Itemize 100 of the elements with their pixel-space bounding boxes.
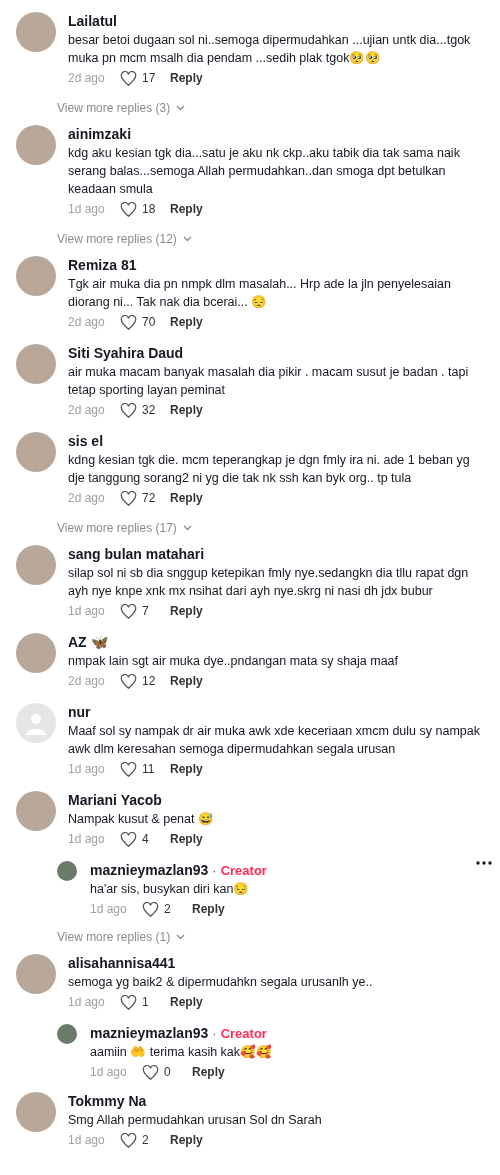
like-count: 2	[164, 901, 171, 917]
username[interactable]: nur	[68, 703, 91, 721]
avatar-photo[interactable]	[57, 861, 77, 881]
creator-label: Creator	[220, 862, 267, 878]
reply-button[interactable]: Reply	[170, 1132, 203, 1148]
like-count: 0	[164, 1064, 171, 1080]
heart-icon[interactable]	[120, 70, 137, 86]
reply-button[interactable]: Reply	[170, 673, 203, 689]
heart-icon[interactable]	[120, 673, 137, 689]
avatar-photo[interactable]	[16, 256, 56, 296]
comment-text: aamiin 🤲 terima kasih kak🥰🥰	[90, 1043, 274, 1061]
heart-icon[interactable]	[120, 1132, 137, 1148]
username[interactable]: maznieymazlan93	[90, 861, 209, 879]
comment-text: silap sol ni sb dia snggup ketepikan fmly nye.sedangkn dia tllu rapat dgn ayh nye knpe xnk mx nsihat dari ayh nye.skrg ni nasi dh jdx bubur	[68, 565, 470, 600]
like-count: 70	[142, 314, 156, 330]
like-count: 7	[142, 603, 149, 619]
heart-icon[interactable]	[120, 994, 137, 1010]
avatar-photo[interactable]	[16, 125, 56, 165]
like-count: 17	[142, 70, 156, 86]
like-count: 12	[142, 673, 156, 689]
heart-icon[interactable]	[120, 490, 137, 506]
view-more-replies-link[interactable]: View more replies (17)	[0, 520, 198, 536]
heart-icon[interactable]	[120, 831, 137, 847]
comment-text: ha'ar sis, busykan diri kan😔	[90, 881, 251, 898]
avatar-photo[interactable]	[16, 1092, 56, 1132]
username[interactable]: ainimzaki	[68, 125, 132, 143]
heart-icon[interactable]	[142, 901, 159, 917]
heart-icon[interactable]	[120, 761, 137, 777]
username[interactable]: alisahannisa441	[68, 954, 176, 972]
comment-text: Tgk air muka dia pn nmpk dlm masalah... Hrp ade la jln penyelesaian diorang ni... Tak nak dia bcerai... 😔	[68, 276, 452, 311]
timestamp: 1d ago	[68, 1132, 106, 1148]
chevron-down-icon[interactable]	[176, 934, 186, 940]
timestamp: 2d ago	[68, 314, 106, 330]
timestamp: 1d ago	[68, 603, 106, 619]
like-count: 1	[142, 994, 149, 1010]
reply-button[interactable]: Reply	[170, 994, 203, 1010]
reply-button[interactable]: Reply	[170, 314, 203, 330]
chevron-down-icon[interactable]	[176, 105, 186, 111]
avatar-photo[interactable]	[16, 633, 56, 673]
avatar-photo[interactable]	[16, 954, 56, 994]
heart-icon[interactable]	[120, 603, 137, 619]
view-more-replies-link[interactable]: View more replies (12)	[0, 231, 198, 247]
reply-button[interactable]: Reply	[170, 70, 203, 86]
timestamp: 1d ago	[68, 994, 106, 1010]
comment-text: kdg aku kesian tgk dia...satu je aku nk ckp..aku tabik dia tak sama naik serang balas...semoga Allah permudahkan..dan smoga dpt betulkan keadaan smula	[68, 145, 461, 198]
reply-button[interactable]: Reply	[170, 761, 203, 777]
username[interactable]: Tokmmy Na	[68, 1092, 147, 1110]
reply-button[interactable]: Reply	[192, 1064, 225, 1080]
username[interactable]: Siti Syahira Daud	[68, 344, 184, 362]
like-count: 18	[142, 201, 156, 217]
username[interactable]: AZ 🦋	[68, 633, 108, 651]
timestamp: 1d ago	[68, 201, 106, 217]
avatar-photo[interactable]	[16, 12, 56, 52]
heart-icon[interactable]	[120, 402, 137, 418]
comment-text: Nampak kusut & penat 😅	[68, 811, 215, 828]
like-count: 32	[142, 402, 156, 418]
like-count: 11	[142, 761, 155, 777]
username[interactable]: maznieymazlan93	[90, 1024, 209, 1042]
view-more-replies-link[interactable]: View more replies (3)	[0, 100, 192, 116]
like-count: 2	[142, 1132, 149, 1148]
reply-button[interactable]: Reply	[170, 603, 203, 619]
avatar-photo[interactable]	[16, 344, 56, 384]
username[interactable]: Lailatul	[68, 12, 117, 30]
timestamp: 1d ago	[68, 831, 106, 847]
username[interactable]: sis el	[68, 432, 104, 450]
avatar-photo[interactable]	[16, 432, 56, 472]
timestamp: 2d ago	[68, 673, 106, 689]
timestamp: 1d ago	[90, 1064, 128, 1080]
heart-icon[interactable]	[120, 314, 137, 330]
username[interactable]: Mariani Yacob	[68, 791, 162, 809]
avatar-photo[interactable]	[57, 1024, 77, 1044]
reply-button[interactable]: Reply	[170, 831, 203, 847]
comment-text: air muka macam banyak masalah dia pikir . macam susut je badan . tapi tetap sporting layan peminat	[68, 364, 470, 399]
heart-icon[interactable]	[142, 1064, 159, 1080]
creator-label: Creator	[220, 1025, 267, 1041]
reply-button[interactable]: Reply	[192, 901, 225, 917]
view-more-replies-link[interactable]: View more replies (1)	[0, 929, 192, 945]
reply-button[interactable]: Reply	[170, 402, 203, 418]
like-count: 72	[142, 490, 156, 506]
like-count: 4	[142, 831, 149, 847]
timestamp: 2d ago	[68, 70, 106, 86]
heart-icon[interactable]	[120, 201, 137, 217]
avatar-photo[interactable]	[16, 545, 56, 585]
reply-button[interactable]: Reply	[170, 201, 203, 217]
comment-text: semoga yg baik2 & dipermudahkn segala urusanlh ye..	[68, 974, 374, 991]
comment-text: kdng kesian tgk die. mcm teperangkap je dgn fmly ira ni. ade 1 beban yg dje tanggung sorang2 ni yg die tak nk ssh kan byk org.. tp tula	[68, 452, 471, 487]
username[interactable]: Remiza 81	[68, 256, 137, 274]
separator-dot: ·	[212, 1025, 217, 1041]
avatar-photo[interactable]	[16, 791, 56, 831]
timestamp: 2d ago	[68, 490, 106, 506]
chevron-down-icon[interactable]	[182, 236, 192, 242]
more-options-icon[interactable]	[476, 861, 492, 865]
timestamp: 1d ago	[90, 901, 128, 917]
reply-button[interactable]: Reply	[170, 490, 203, 506]
chevron-down-icon[interactable]	[182, 525, 192, 531]
comment-text: Smg Allah permudahkan urusan Sol dn Sarah	[68, 1112, 323, 1129]
comment-text: nmpak lain sgt air muka dye..pndangan mata sy shaja maaf	[68, 653, 400, 670]
comment-text: Maaf sol sy nampak dr air muka awk xde keceriaan xmcm dulu sy nampak awk dlm keresahan semoga dipermudahkan segala urusan	[68, 723, 481, 758]
username[interactable]: sang bulan matahari	[68, 545, 205, 563]
separator-dot: ·	[212, 862, 217, 878]
